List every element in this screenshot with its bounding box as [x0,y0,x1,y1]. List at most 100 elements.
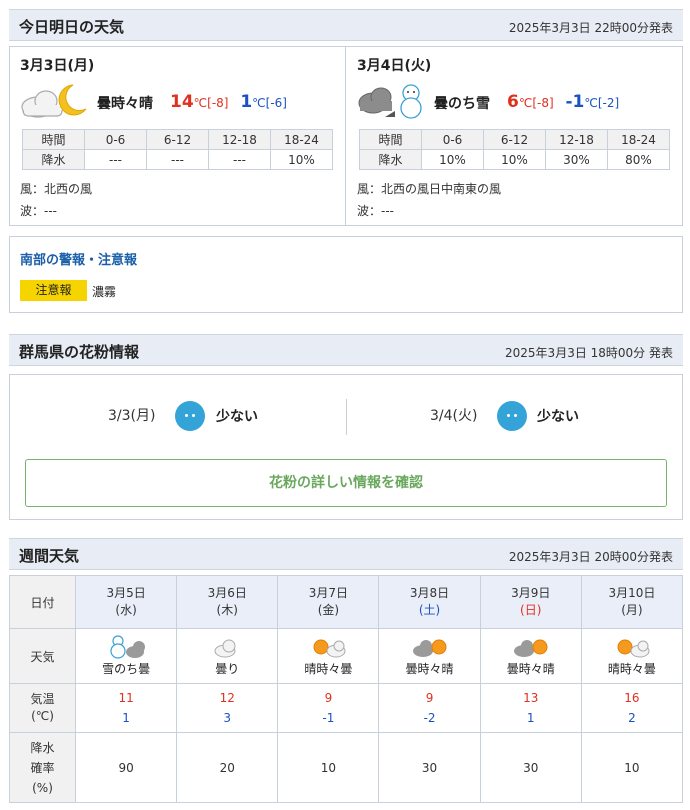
cloud-icon [214,639,236,658]
weekly-high: 9 [324,691,333,705]
rain-value: --- [84,149,147,170]
weekly-low: -1 [322,711,335,725]
weekly-dow: (木) [216,603,238,617]
temp-unit: ℃ [518,96,533,110]
wind-info: 風：北西の風 [20,182,93,196]
high-temp-diff: [-8] [532,96,554,110]
pollen-date: 3/4(火) [430,408,478,424]
temp-unit-label: (℃) [31,709,54,723]
weekly-weather-cell: 晴時々曇 [277,628,380,684]
weekly-header: 週間天気 2025年3月3日 20時00分発表 [9,538,683,570]
cloud-sun-icon [412,639,447,657]
wave-info: 波：--- [20,204,57,218]
alert-title-link[interactable]: 南部の警報・注意報 [20,249,137,268]
rain-period: 12-18 [208,129,271,150]
today-weather-header: 今日明日の天気 2025年3月3日 22時00分発表 [9,9,683,41]
weekly-date: 3月7日 [308,586,349,600]
day-temperatures: 14℃[-8] 1℃[-6] [170,92,287,112]
rain-period: 6-12 [483,129,546,150]
temp-unit: ℃ [584,96,598,110]
weekly-dow: (水) [115,603,137,617]
rain-unit-label: (%) [32,780,53,795]
weekly-date-cell: 3月8日 (土) [378,575,481,629]
pollen-level: 少ない [537,409,579,425]
pollen-header: 群馬県の花粉情報 2025年3月3日 18時00分 発表 [9,334,683,366]
weekly-temp-cell: 13 1 [479,683,582,733]
weekly-title: 週間天気 [19,547,80,565]
wave-info: 波：--- [357,204,394,218]
weekly-rain-value: 10 [277,732,380,803]
rain-label: 確率 [30,760,55,775]
rain-period: 6-12 [146,129,209,150]
rain-header-label: 時間 [359,129,422,150]
wind-info: 風：北西の風日中南東の風 [357,182,502,196]
rain-value: --- [208,149,271,170]
row-label-weather: 天気 [9,628,76,684]
rain-row-label: 降水 [22,149,85,170]
day-date: 3月3日(月) [20,58,95,74]
weekly-low: 1 [122,711,130,725]
weekly-rain-value: 20 [176,732,279,803]
rain-period: 18-24 [607,129,670,150]
alert-badge: 注意報 [20,280,87,301]
high-temp: 6 [507,92,519,112]
weekly-date: 3月10日 [608,586,656,600]
weekly-date-cell: 3月9日 (日) [479,575,582,629]
weekly-weather-text: 曇時々晴 [506,662,555,676]
weekly-low: -2 [423,711,436,725]
row-label-temp: 気温 (℃) [9,683,76,733]
pollen-panel: 3/3(月) 少ない 3/4(火) 少ない 花粉の詳しい情報を確認 [9,374,683,520]
weekly-date-cell: 3月10日 (月) [580,575,684,629]
low-temp-diff: [-6] [265,96,287,110]
weekly-dow: (金) [317,603,340,617]
today-weather-title: 今日明日の天気 [19,18,125,36]
weekly-weather-cell: 曇時々晴 [378,628,481,684]
pollen-detail-button[interactable]: 花粉の詳しい情報を確認 [25,459,667,507]
weekly-temp-cell: 9 -2 [378,683,481,733]
rain-period: 12-18 [545,129,608,150]
sun-cloud-icon [617,639,650,658]
sun-cloud-icon [313,639,346,658]
alert-text: 濃霧 [92,285,117,299]
today-tomorrow-panel: 3月3日(月) 曇時々晴 14℃[-8] 1℃[-6] 時間 0-6 6-12 … [9,46,683,226]
day-date: 3月4日(火) [357,58,432,74]
weekly-weather-text: 晴時々曇 [607,662,656,676]
alert-panel: 南部の警報・注意報 注意報 濃霧 [9,236,683,313]
weekly-dow: (月) [621,603,643,617]
today-weather-issued: 2025年3月3日 22時00分発表 [508,21,673,35]
high-temp: 14 [170,92,194,112]
rain-header-label: 時間 [22,129,85,150]
rain-row-label: 降水 [359,149,422,170]
weekly-date: 3月5日 [106,586,146,600]
weekly-high: 13 [523,691,539,705]
rain-period: 0-6 [84,129,147,150]
weekly-temp-cell: 11 1 [74,683,178,733]
weekly-dow-sunday: (日) [520,603,542,617]
day-temperatures: 6℃[-8] -1℃[-2] [507,92,619,112]
rain-period: 0-6 [421,129,484,150]
weekly-rain-value: 10 [580,732,684,803]
weekly-temp-cell: 16 2 [580,683,684,733]
weekly-weather-cell: 曇時々晴 [479,628,582,684]
rain-value: 10% [483,149,546,170]
day-forecast-tomorrow: 3月4日(火) 曇のち雪 6℃[-8] -1℃[-2] 時間 0-6 6-12 … [347,47,683,225]
rain-probability-table: 時間 0-6 6-12 12-18 18-24 降水 10% 10% 30% 8… [359,129,670,170]
low-temp: -1 [565,92,585,112]
rain-value: 10% [421,149,484,170]
weekly-high: 16 [624,691,640,705]
rain-label: 降水 [30,740,55,755]
weekly-rain-value: 30 [479,732,582,803]
weekly-date: 3月9日 [511,586,551,600]
snowman-cloud-icon [110,635,146,659]
pollen-level: 少ない [216,409,258,425]
weekly-temp-cell: 12 3 [176,683,279,733]
weekly-dow-saturday: (土) [418,603,441,617]
rain-probability-table: 時間 0-6 6-12 12-18 18-24 降水 --- --- --- 1… [22,129,333,170]
day-weather-text: 曇のち雪 [434,96,490,112]
weekly-high: 12 [219,691,235,705]
low-temp-diff: [-2] [597,96,620,110]
rain-period: 18-24 [270,129,333,150]
weekly-weather-cell: 晴時々曇 [580,628,684,684]
cloud-moon-icon [21,84,87,118]
weekly-date-cell: 3月7日 (金) [277,575,380,629]
